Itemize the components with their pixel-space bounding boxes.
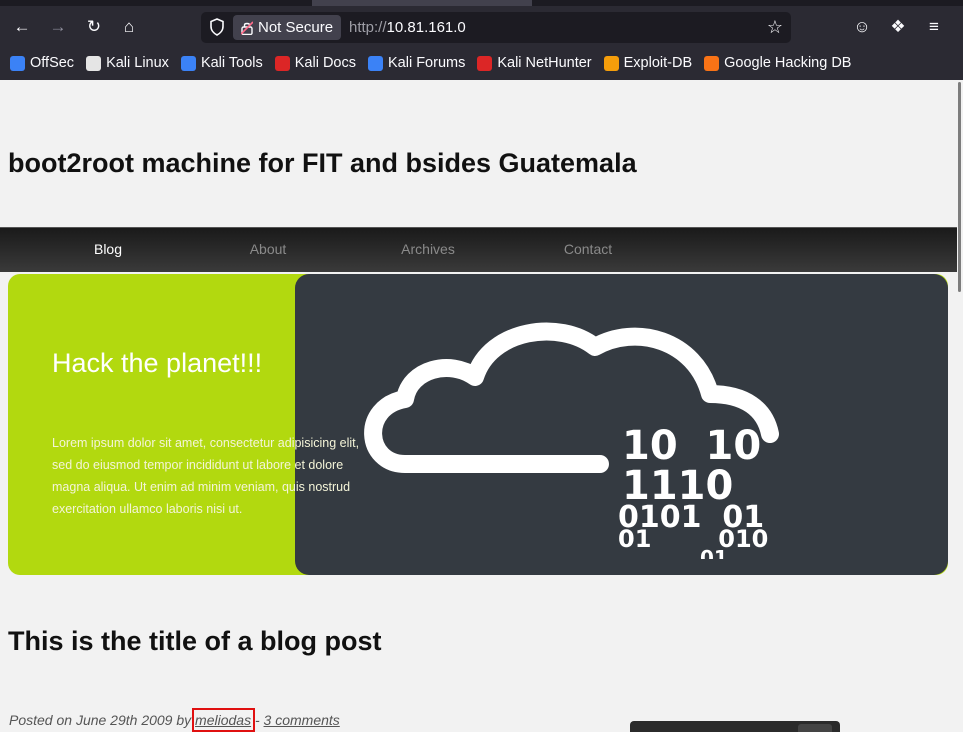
bookmark-kali-docs[interactable]: Kali Docs — [274, 55, 356, 71]
bookmark-kali-tools[interactable]: Kali Tools — [180, 55, 263, 71]
account-icon[interactable]: ☺ — [849, 14, 875, 40]
bookmark-label: OffSec — [30, 55, 75, 71]
bookmark-star-icon[interactable]: ☆ — [767, 16, 783, 38]
meta-separator: - — [254, 712, 260, 728]
bookmark-label: Kali NetHunter — [497, 55, 592, 71]
exploit-db-icon — [603, 55, 619, 71]
bookmark-kali-forums[interactable]: Kali Forums — [367, 55, 466, 71]
bookmarks-bar: OffSec Kali Linux Kali Tools Kali Docs K… — [0, 48, 963, 78]
bookmark-label: Kali Forums — [387, 55, 466, 71]
reload-icon[interactable]: ↻ — [81, 14, 107, 40]
bookmark-kali-linux[interactable]: Kali Linux — [86, 55, 169, 71]
shield-icon[interactable] — [209, 18, 225, 36]
bookmark-exploit-db[interactable]: Exploit-DB — [603, 55, 693, 71]
url-protocol: http:// — [349, 19, 387, 36]
cloud-binary-icon: 10 10 1110 0101 01 01 010 01 — [364, 322, 779, 559]
url-text[interactable]: http://10.81.161.0 — [349, 12, 466, 43]
bookmark-kali-nethunter[interactable]: Kali NetHunter — [477, 55, 592, 71]
post-date: Posted on June 29th 2009 by — [9, 712, 192, 728]
post-title[interactable]: This is the title of a blog post — [8, 626, 382, 657]
bookmark-label: Kali Tools — [200, 55, 263, 71]
kali-dragon-icon — [86, 55, 102, 71]
hero-text: Lorem ipsum dolor sit amet, consectetur … — [52, 436, 360, 516]
nav-toolbar: ← → ↻ ⌂ Not Secure http://10.81.161.0 ☆ … — [0, 6, 963, 48]
kali-docs-icon — [274, 55, 290, 71]
site-menu: Blog About Archives Contact — [0, 227, 957, 272]
binary-row-5: 01 — [700, 546, 728, 559]
hero-image-panel: 10 10 1110 0101 01 01 010 01 — [295, 274, 948, 575]
scrollbar-thumb[interactable] — [958, 82, 961, 292]
bookmark-label: Exploit-DB — [623, 55, 693, 71]
sidebar-widget-button[interactable] — [798, 724, 832, 732]
page-scrollbar[interactable] — [957, 80, 963, 732]
menu-item-blog[interactable]: Blog — [28, 228, 188, 271]
bookmark-label: Google Hacking DB — [724, 55, 852, 71]
bookmark-offsec[interactable]: OffSec — [10, 55, 74, 71]
binary-row-4: 01 010 — [618, 525, 768, 553]
ghdb-icon — [704, 55, 720, 71]
extensions-icon[interactable]: ❖ — [885, 14, 911, 40]
kali-nethunter-icon — [477, 55, 493, 71]
author-link[interactable]: meliodas — [192, 708, 256, 732]
bookmark-label: Kali Linux — [106, 55, 169, 71]
web-page: boot2root machine for FIT and bsides Gua… — [0, 80, 957, 732]
home-icon[interactable]: ⌂ — [116, 14, 142, 40]
menu-item-contact[interactable]: Contact — [508, 228, 668, 271]
browser-chrome: ← → ↻ ⌂ Not Secure http://10.81.161.0 ☆ … — [0, 0, 963, 80]
bookmark-google-hacking-db[interactable]: Google Hacking DB — [704, 55, 851, 71]
url-host: 10.81.161.0 — [386, 19, 466, 36]
comments-link[interactable]: 3 comments — [264, 712, 340, 728]
menu-item-archives[interactable]: Archives — [348, 228, 508, 271]
forward-arrow-icon[interactable]: → — [45, 14, 71, 40]
kali-forums-icon — [367, 55, 383, 71]
offsec-icon — [10, 55, 25, 71]
menu-icon[interactable]: ≡ — [921, 14, 947, 40]
address-bar[interactable]: Not Secure http://10.81.161.0 ☆ — [201, 12, 791, 43]
site-title: boot2root machine for FIT and bsides Gua… — [8, 148, 637, 178]
sidebar-widget — [630, 721, 840, 732]
insecure-lock-icon — [241, 20, 253, 35]
menu-item-about[interactable]: About — [188, 228, 348, 271]
hero-banner: 10 10 1110 0101 01 01 010 01 Hack the pl… — [8, 274, 948, 575]
not-secure-badge[interactable]: Not Secure — [233, 15, 342, 40]
hero-title: Hack the planet!!! — [52, 348, 263, 378]
kali-tools-icon — [180, 55, 196, 71]
bookmark-label: Kali Docs — [294, 55, 356, 71]
post-meta: Posted on June 29th 2009 by meliodas - 3… — [9, 708, 340, 732]
back-arrow-icon[interactable]: ← — [9, 14, 35, 40]
not-secure-label: Not Secure — [258, 19, 334, 36]
